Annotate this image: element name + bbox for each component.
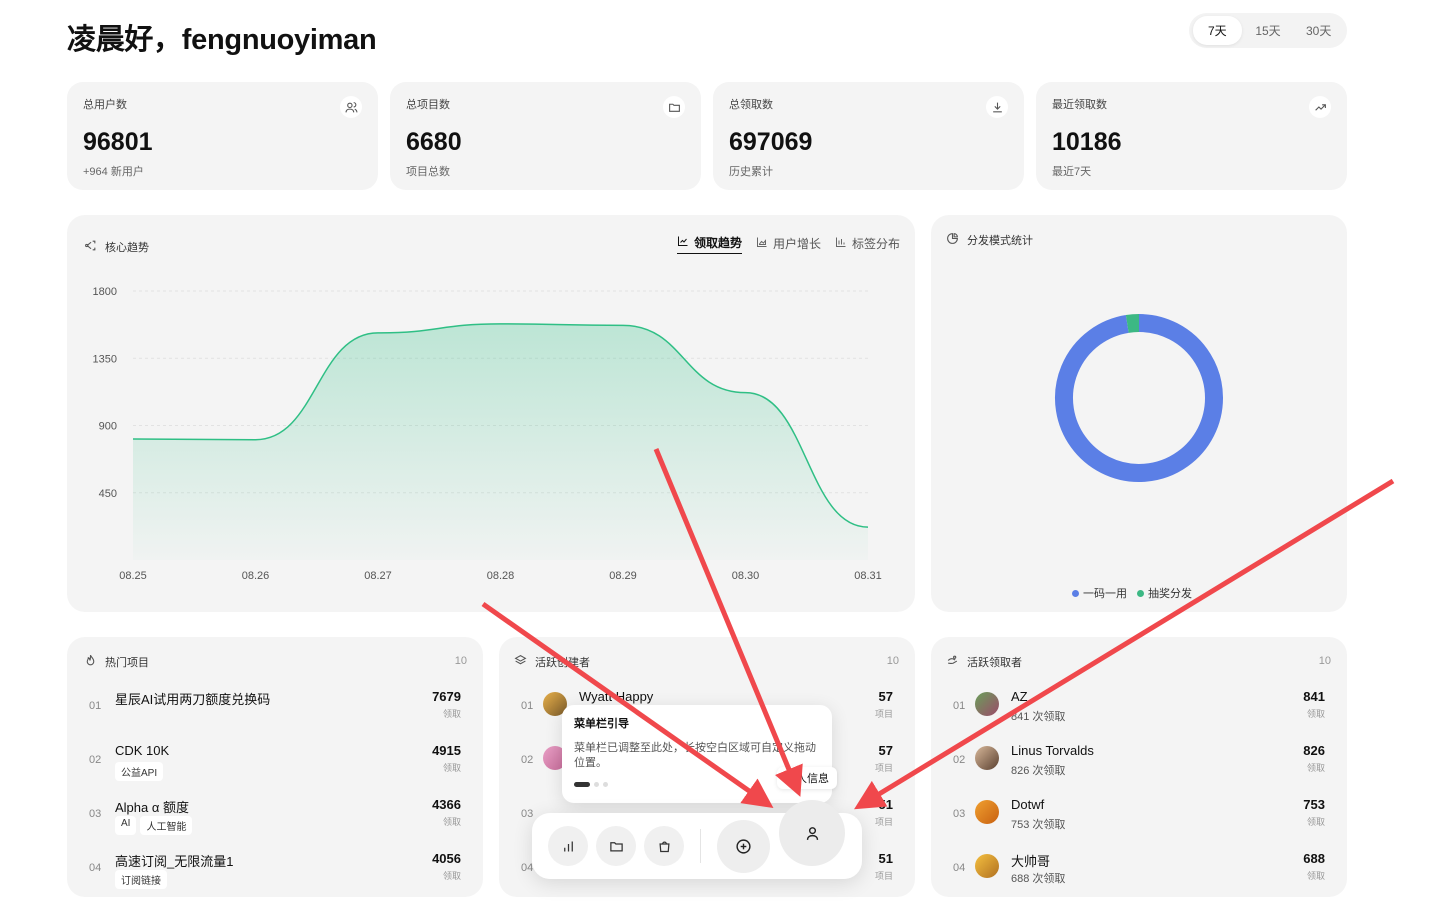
tag: 订阅链接 bbox=[115, 870, 167, 889]
tag: 公益API bbox=[115, 762, 164, 781]
folder-icon[interactable] bbox=[596, 826, 636, 866]
greeting-title: 凌晨好，fengnuoyiman bbox=[67, 24, 377, 56]
stat-card-recent-claims: 最近领取数 10186 最近7天 bbox=[1036, 82, 1347, 190]
stat-card-users: 总用户数 96801 +964 新用户 bbox=[67, 82, 378, 190]
plus-circle-icon[interactable] bbox=[717, 820, 770, 873]
list-count: 10 bbox=[454, 655, 467, 667]
list-count: 10 bbox=[886, 655, 899, 667]
stat-label: 总用户数 bbox=[83, 99, 127, 111]
user-icon[interactable] bbox=[779, 800, 845, 866]
avatar bbox=[975, 800, 999, 824]
stat-sub: 历史累计 bbox=[729, 166, 773, 178]
active-receivers-panel: 活跃领取者 10 01 AZ 841 次领取 841 领取 02 Linus T… bbox=[931, 637, 1347, 897]
tag: AI bbox=[115, 816, 137, 835]
stat-label: 总项目数 bbox=[406, 99, 450, 111]
range-30d[interactable]: 30天 bbox=[1294, 16, 1343, 45]
trend-panel: 核心趋势 领取趋势 用户增长 标签分布 450 900 1350 1800 08.25 0… bbox=[67, 215, 915, 612]
stat-sub: 最近7天 bbox=[1052, 166, 1092, 178]
y-tick-label: 900 bbox=[99, 421, 117, 433]
donut-slice bbox=[1055, 314, 1223, 482]
stat-value: 6680 bbox=[406, 128, 462, 156]
list-item[interactable]: 03 Dotwf 753 次领取 753 领取 bbox=[931, 796, 1347, 850]
shopping-bag-icon[interactable] bbox=[644, 826, 684, 866]
x-tick-label: 08.26 bbox=[242, 570, 270, 582]
floating-dock bbox=[532, 800, 862, 879]
profile-tooltip: 个人信息 bbox=[777, 767, 837, 789]
guide-pagination bbox=[574, 782, 608, 787]
distribution-legend: 一码一用 抽奖分发 bbox=[1072, 585, 1192, 601]
list-item[interactable]: 04 高速订阅_无限流量1 订阅链接 4056 领取 bbox=[67, 850, 483, 904]
list-item[interactable]: 02 CDK 10K 公益API 4915 领取 bbox=[67, 742, 483, 796]
list-item[interactable]: 04 大帅哥 688 次领取 688 领取 bbox=[931, 850, 1347, 904]
layers-icon bbox=[514, 654, 527, 670]
x-tick-label: 08.30 bbox=[732, 570, 760, 582]
list-count: 10 bbox=[1318, 655, 1331, 667]
avatar bbox=[975, 746, 999, 770]
x-tick-label: 08.28 bbox=[487, 570, 515, 582]
list-item[interactable]: 01 AZ 841 次领取 841 领取 bbox=[931, 688, 1347, 742]
guide-title: 菜单栏引导 bbox=[574, 718, 629, 730]
x-tick-label: 08.31 bbox=[854, 570, 882, 582]
bar-chart-icon[interactable] bbox=[548, 826, 588, 866]
dock-divider bbox=[700, 829, 701, 863]
folder-icon bbox=[663, 96, 685, 118]
distribution-donut bbox=[1055, 314, 1223, 482]
active-receivers-title: 活跃领取者 bbox=[946, 654, 1022, 670]
donut-slice bbox=[1125, 314, 1140, 333]
legend-item: 抽奖分发 bbox=[1137, 585, 1192, 601]
range-7d[interactable]: 7天 bbox=[1193, 16, 1242, 45]
hand-icon bbox=[946, 654, 959, 670]
users-icon bbox=[340, 96, 362, 118]
stat-sub: 项目总数 bbox=[406, 166, 450, 178]
list-item[interactable]: 03 Alpha α 额度 AI 人工智能 4366 领取 bbox=[67, 796, 483, 850]
stat-card-projects: 总项目数 6680 项目总数 bbox=[390, 82, 701, 190]
x-tick-label: 08.27 bbox=[364, 570, 392, 582]
stat-value: 697069 bbox=[729, 128, 813, 156]
x-tick-label: 08.29 bbox=[609, 570, 637, 582]
y-tick-label: 1350 bbox=[93, 353, 117, 365]
y-tick-label: 1800 bbox=[93, 286, 117, 298]
avatar bbox=[975, 854, 999, 878]
legend-item: 一码一用 bbox=[1072, 585, 1127, 601]
stat-value: 10186 bbox=[1052, 128, 1122, 156]
x-tick-label: 08.25 bbox=[119, 570, 147, 582]
download-icon bbox=[986, 96, 1008, 118]
y-tick-label: 450 bbox=[99, 488, 117, 500]
hot-projects-title: 热门项目 bbox=[84, 654, 149, 670]
list-item[interactable]: 01 星辰AI试用两刀额度兑换码 7679 领取 bbox=[67, 688, 483, 742]
stat-label: 最近领取数 bbox=[1052, 99, 1107, 111]
list-item[interactable]: 02 Linus Torvalds 826 次领取 826 领取 bbox=[931, 742, 1347, 796]
stat-card-claims: 总领取数 697069 历史累计 bbox=[713, 82, 1024, 190]
avatar bbox=[975, 692, 999, 716]
tag: 人工智能 bbox=[140, 816, 193, 835]
stat-label: 总领取数 bbox=[729, 99, 773, 111]
trending-up-icon bbox=[1309, 96, 1331, 118]
stat-value: 96801 bbox=[83, 128, 153, 156]
trend-chart: 450 900 1350 1800 08.25 08.26 08.27 08.28 08.29 0… bbox=[93, 286, 882, 582]
date-range-switch: 7天 15天 30天 bbox=[1189, 13, 1347, 48]
hot-projects-panel: 热门项目 10 01 星辰AI试用两刀额度兑换码 7679 领取 02 CDK … bbox=[67, 637, 483, 897]
active-creators-title: 活跃创建者 bbox=[514, 654, 590, 670]
range-15d[interactable]: 15天 bbox=[1244, 16, 1293, 45]
flame-icon bbox=[84, 654, 97, 670]
stat-sub: +964 新用户 bbox=[83, 166, 144, 178]
area-fill bbox=[133, 323, 868, 560]
distribution-panel: 分发模式统计 一码一用 抽奖分发 bbox=[931, 215, 1347, 612]
